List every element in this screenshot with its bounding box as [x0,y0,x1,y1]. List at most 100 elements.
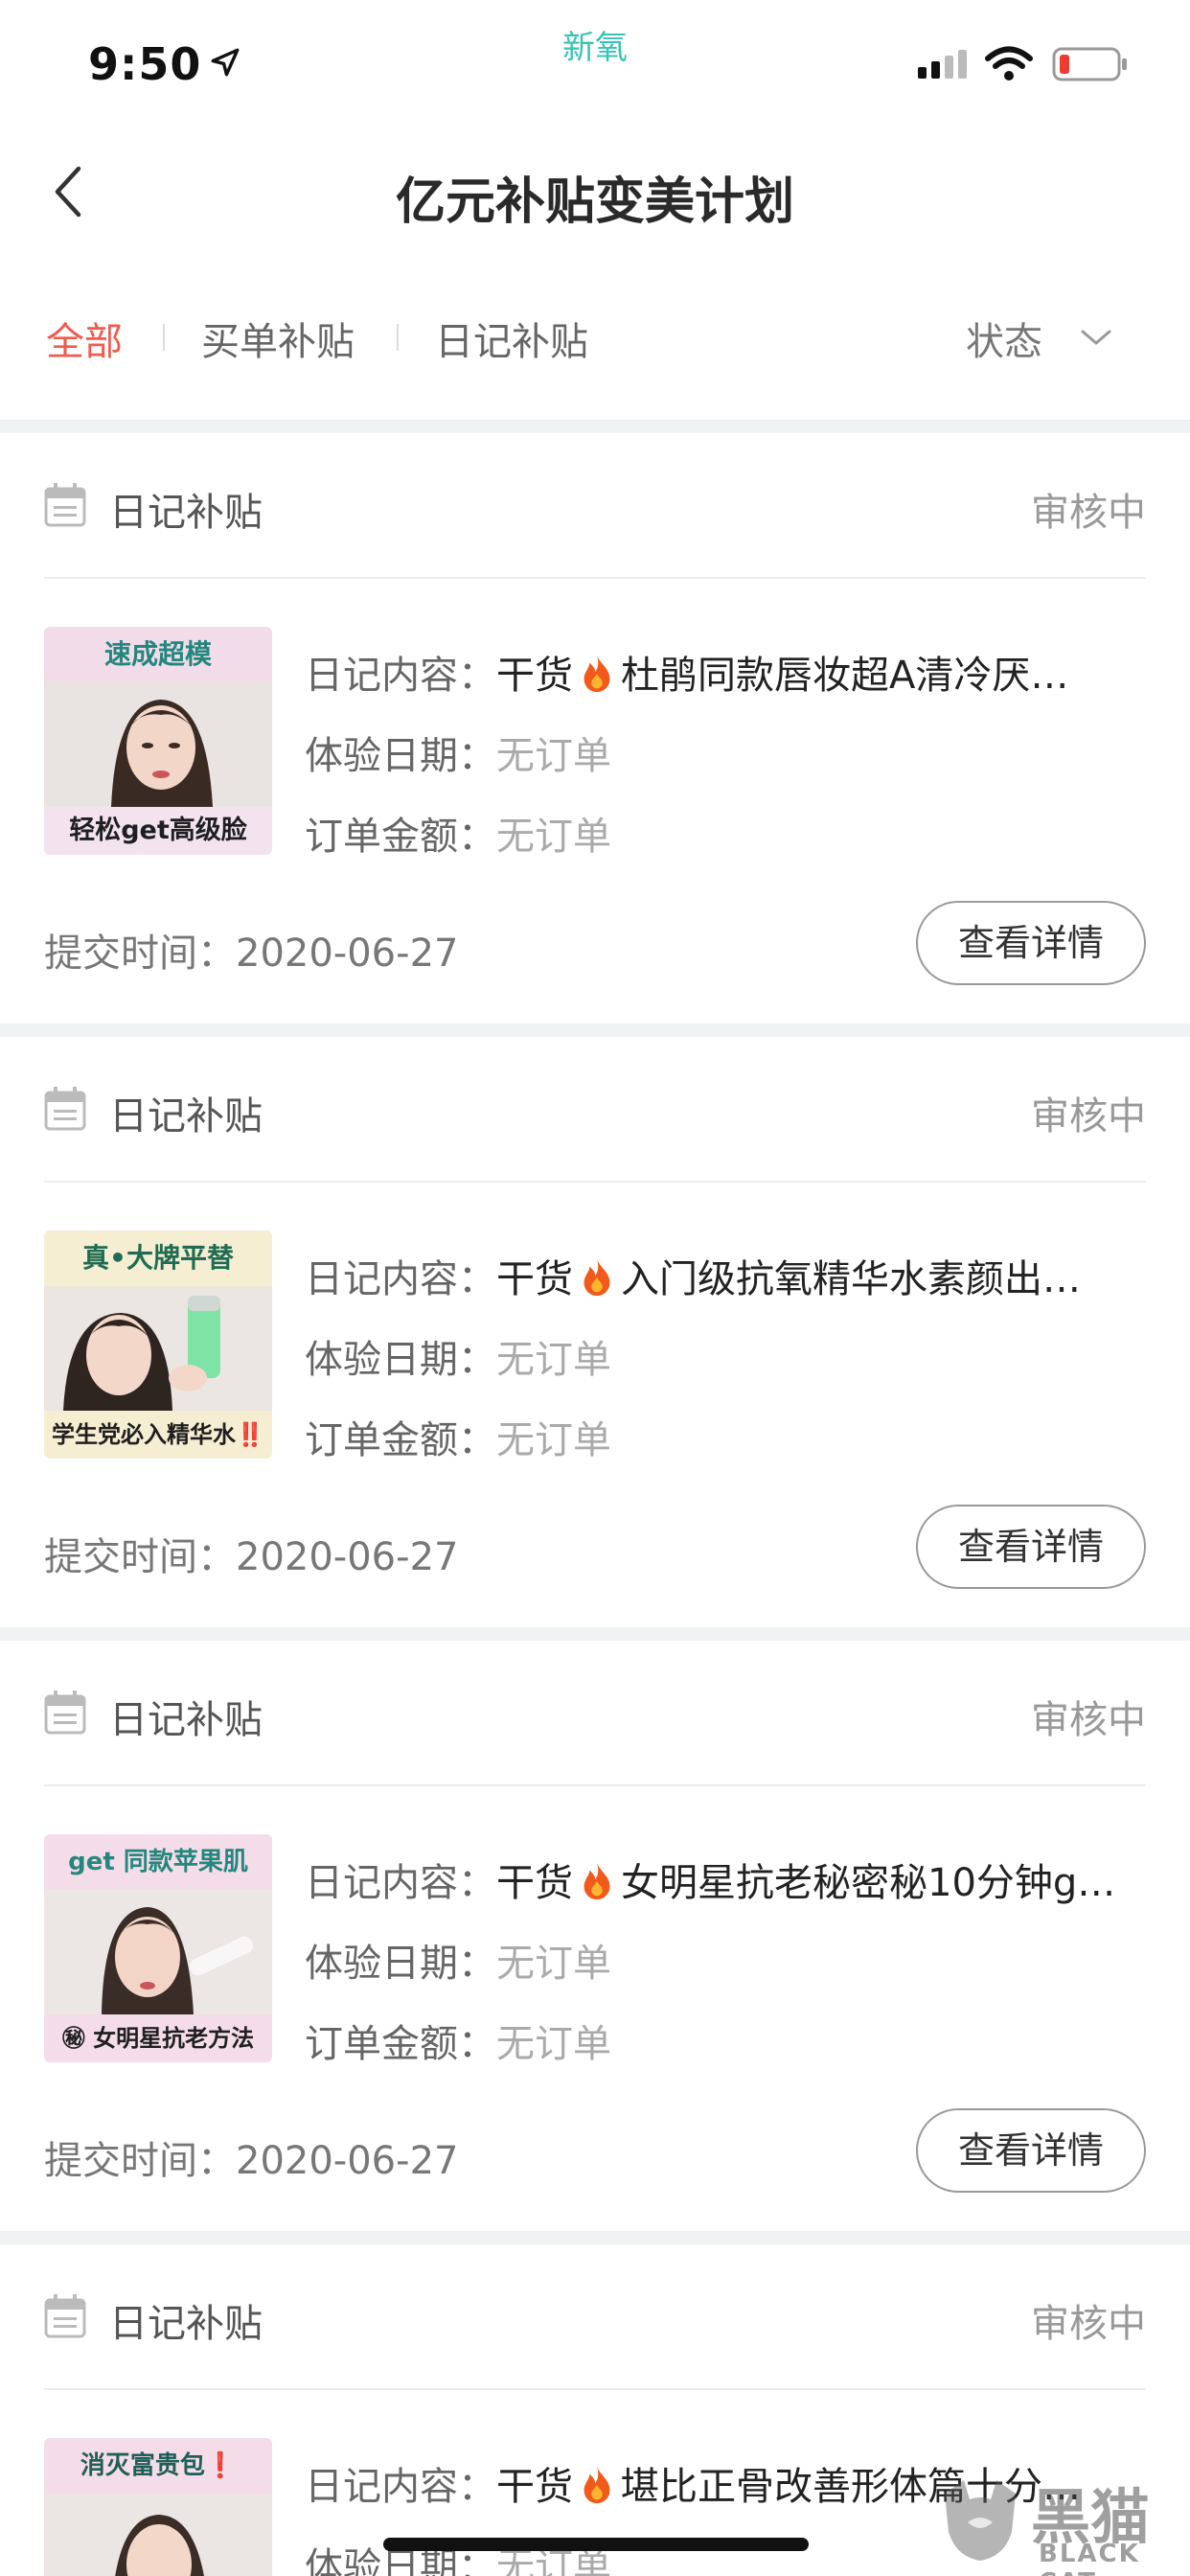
submit-time-value: 2020-06-27 [236,1535,459,1579]
cellular-signal-icon [918,50,967,79]
thumbnail-caption-top: 速成超模 [44,627,272,682]
subsidy-card: 日记补贴 审核中 真•大牌平替 学生党必入精华水‼️ 日记内容：干货 入门级抗氧精… [0,1037,1190,1627]
submit-time-row: 提交时间：2020-06-27 [44,922,458,978]
diary-thumbnail[interactable]: 消灭富贵包❗ [44,2438,272,2576]
divider [44,1784,1146,1786]
nav-bar: 亿元补贴变美计划 [0,134,1190,249]
calendar-icon [44,2294,86,2338]
portrait-photo [44,2494,272,2576]
diary-thumbnail[interactable]: get 同款苹果肌 ㊙ 女明星抗老方法 [44,1834,272,2062]
watermark: 黑猫 BLACK CAT [935,2467,1190,2576]
portrait-photo [44,1890,272,2014]
chevron-down-icon[interactable] [1079,326,1113,349]
portrait-photo [44,1286,272,1411]
diary-title: 杜鹃同款唇妆超A清冷厌… [621,654,1069,698]
portrait-photo [44,682,272,807]
order-amount-value: 无订单 [496,2022,611,2066]
view-details-button[interactable]: 查看详情 [916,901,1146,985]
status-badge: 审核中 [1031,491,1146,535]
field-label: 体验日期： [305,1338,496,1382]
submit-time-value: 2020-06-27 [236,932,459,976]
submit-time-row: 提交时间：2020-06-27 [44,2129,458,2185]
section-gap [0,420,1190,433]
tab-separator [163,324,165,351]
status-bar: 9:50 新氧 [0,0,1190,134]
submit-time-value: 2020-06-27 [236,2139,459,2183]
tab-diary-subsidy[interactable]: 日记补贴 [435,310,588,366]
battery-low-icon [1052,47,1127,81]
thumbnail-caption-bottom: ㊙ 女明星抗老方法 [44,2014,272,2062]
home-indicator[interactable] [383,2538,809,2551]
status-badge: 审核中 [1031,1698,1146,1742]
thumbnail-caption-top: 消灭富贵包❗ [44,2438,272,2494]
tab-order-subsidy[interactable]: 买单补贴 [201,310,355,366]
card-header: 日记补贴 审核中 [44,2283,1146,2350]
tab-all[interactable]: 全部 [46,310,123,366]
section-gap [0,2231,1190,2244]
calendar-icon [44,1087,86,1131]
fire-icon [584,1862,610,1900]
field-label: 提交时间： [44,1535,236,1579]
field-label: 订单金额： [305,815,496,859]
diary-title: 入门级抗氧精华水素颜出… [621,1257,1081,1301]
experience-date-value: 无订单 [496,1338,611,1382]
section-gap [0,1627,1190,1641]
calendar-icon [44,483,86,527]
thumbnail-caption-bottom: 学生党必入精华水‼️ [44,1411,272,1459]
section-gap [0,1024,1190,1037]
diary-content-row: 日记内容：干货 杜鹃同款唇妆超A清冷厌… [305,644,1068,700]
card-type-label: 日记补贴 [109,2302,263,2346]
field-label: 日记内容： [305,1257,496,1301]
submit-time-row: 提交时间：2020-06-27 [44,1526,458,1581]
order-amount-row: 订单金额：无订单 [305,2012,611,2068]
order-amount-value: 无订单 [496,1418,611,1462]
order-amount-row: 订单金额：无订单 [305,1409,611,1464]
page-title: 亿元补贴变美计划 [395,173,794,231]
view-details-button[interactable]: 查看详情 [916,2108,1146,2193]
order-amount-row: 订单金额：无订单 [305,805,611,861]
experience-date-row: 体验日期：无订单 [305,1932,611,1988]
wifi-icon [985,46,1033,80]
card-header: 日记补贴 审核中 [44,1075,1146,1142]
experience-date-value: 无订单 [496,1942,611,1986]
diary-title: 女明星抗老秘密秘10分钟g… [621,1861,1116,1905]
thumbnail-caption-top: get 同款苹果肌 [44,1834,272,1890]
diary-content-row: 日记内容：干货 入门级抗氧精华水素颜出… [305,1248,1081,1303]
status-filter-dropdown[interactable]: 状态 [966,310,1042,366]
diary-prefix: 干货 [496,2465,573,2509]
card-header: 日记补贴 审核中 [44,472,1146,539]
subsidy-card: 日记补贴 审核中 速成超模 轻松get高级脸 日记内容：干货 杜鹃同款唇妆超A清冷… [0,433,1190,1024]
tab-separator [397,324,399,351]
card-type-label: 日记补贴 [109,491,263,535]
status-badge: 审核中 [1031,2302,1146,2346]
status-badge: 审核中 [1031,1094,1146,1138]
fire-icon [584,2466,610,2504]
watermark-subtext: BLACK CAT [1039,2540,1140,2576]
card-type-label: 日记补贴 [109,1698,263,1742]
thumbnail-caption-top: 真•大牌平替 [44,1230,272,1286]
diary-prefix: 干货 [496,1257,573,1301]
card-header: 日记补贴 审核中 [44,1679,1146,1746]
field-label: 提交时间： [44,932,236,976]
diary-thumbnail[interactable]: 速成超模 轻松get高级脸 [44,627,272,855]
experience-date-value: 无订单 [496,734,611,778]
fire-icon [584,655,610,693]
thumbnail-caption-bottom: 轻松get高级脸 [44,807,272,855]
view-details-button[interactable]: 查看详情 [916,1505,1146,1589]
field-label: 日记内容： [305,2465,496,2509]
experience-date-row: 体验日期：无订单 [305,1328,611,1384]
diary-prefix: 干货 [496,1861,573,1905]
divider [44,2388,1146,2390]
diary-thumbnail[interactable]: 真•大牌平替 学生党必入精华水‼️ [44,1230,272,1459]
subsidy-card: 日记补贴 审核中 get 同款苹果肌 ㊙ 女明星抗老方法 日记内容：干货 女明星抗… [0,1641,1190,2231]
fire-icon [584,1258,610,1297]
field-label: 订单金额： [305,2022,496,2066]
card-type-label: 日记补贴 [109,1094,263,1138]
divider [44,1181,1146,1183]
field-label: 日记内容： [305,654,496,698]
filter-tabs: 全部 买单补贴 日记补贴 状态 [0,288,1190,393]
order-amount-value: 无订单 [496,815,611,859]
field-label: 日记内容： [305,1861,496,1905]
diary-content-row: 日记内容：干货 女明星抗老秘密秘10分钟g… [305,1852,1115,1907]
field-label: 提交时间： [44,2139,236,2183]
